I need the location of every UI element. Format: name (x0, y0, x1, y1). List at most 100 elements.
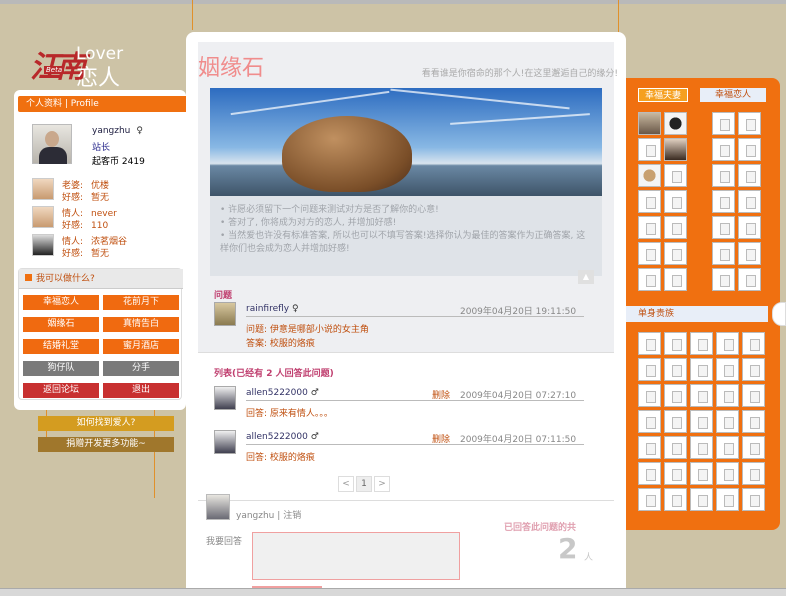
avatar-placeholder[interactable] (638, 488, 661, 511)
tab-happy-lovers[interactable]: 幸福恋人 (700, 88, 766, 102)
avatar-placeholder[interactable] (664, 488, 687, 511)
avatar-placeholder[interactable] (690, 358, 713, 381)
avatar-placeholder[interactable] (738, 138, 761, 161)
avatar-placeholder[interactable] (738, 112, 761, 135)
avatar-placeholder[interactable] (690, 462, 713, 485)
avatar-placeholder[interactable] (690, 332, 713, 355)
avatar-placeholder[interactable] (664, 164, 687, 187)
logout-link[interactable]: 注销 (283, 511, 301, 521)
avatar-placeholder[interactable] (712, 216, 735, 239)
prev-page-button[interactable]: < (338, 476, 354, 492)
avatar-placeholder[interactable] (664, 410, 687, 433)
avatar-placeholder[interactable] (638, 436, 661, 459)
avatar-placeholder[interactable] (690, 488, 713, 511)
avatar[interactable] (32, 234, 54, 256)
question-user[interactable]: rainfirefly ♀ (246, 304, 299, 314)
current-username[interactable]: yangzhu (236, 511, 274, 521)
avatar-placeholder[interactable] (638, 216, 661, 239)
avatar[interactable] (32, 178, 54, 200)
avatar-placeholder[interactable] (664, 216, 687, 239)
avatar-placeholder[interactable] (742, 462, 765, 485)
avatar-placeholder[interactable] (664, 190, 687, 213)
avatar-placeholder[interactable] (690, 410, 713, 433)
avatar[interactable] (638, 112, 661, 135)
paparazzi-button[interactable]: 狗仔队 (23, 361, 99, 376)
avatar-placeholder[interactable] (638, 190, 661, 213)
avatar-placeholder[interactable] (742, 358, 765, 381)
avatar-placeholder[interactable] (716, 488, 739, 511)
happy-lovers-button[interactable]: 幸福恋人 (23, 295, 99, 310)
avatar-placeholder[interactable] (690, 384, 713, 407)
avatar-placeholder[interactable] (716, 332, 739, 355)
avatar-placeholder[interactable] (712, 164, 735, 187)
avatar-placeholder[interactable] (638, 242, 661, 265)
profile-username[interactable]: yangzhu ♀ (92, 126, 143, 136)
honeymoon-hotel-button[interactable]: 蜜月酒店 (103, 339, 179, 354)
avatar[interactable] (32, 124, 72, 164)
avatar-placeholder[interactable] (638, 462, 661, 485)
reply-textarea[interactable] (252, 532, 460, 580)
breakup-button[interactable]: 分手 (103, 361, 179, 376)
avatar-placeholder[interactable] (738, 190, 761, 213)
avatar[interactable] (32, 206, 54, 228)
avatar-placeholder[interactable] (742, 436, 765, 459)
avatar-placeholder[interactable] (664, 436, 687, 459)
donate-link[interactable]: 捐赠开发更多功能~ (38, 437, 174, 452)
avatar-placeholder[interactable] (716, 436, 739, 459)
tab-happy-couples[interactable]: 幸福夫妻 (638, 88, 688, 102)
avatar-placeholder[interactable] (712, 268, 735, 291)
wedding-hall-button[interactable]: 结婚礼堂 (23, 339, 99, 354)
avatar-placeholder[interactable] (716, 410, 739, 433)
avatar-placeholder[interactable] (712, 138, 735, 161)
answer-user[interactable]: allen5222000 ♂ (246, 432, 319, 442)
question-username[interactable]: rainfirefly (246, 304, 289, 314)
marriage-stone-button[interactable]: 姻缘石 (23, 317, 99, 332)
avatar-placeholder[interactable] (716, 384, 739, 407)
avatar-placeholder[interactable] (690, 436, 713, 459)
back-to-forum-button[interactable]: 返回论坛 (23, 383, 99, 398)
avatar-placeholder[interactable] (638, 268, 661, 291)
avatar-placeholder[interactable] (738, 216, 761, 239)
avatar-placeholder[interactable] (638, 384, 661, 407)
avatar-placeholder[interactable] (712, 190, 735, 213)
avatar-placeholder[interactable] (664, 242, 687, 265)
avatar[interactable] (214, 386, 236, 410)
answer-username[interactable]: allen5222000 (246, 388, 308, 398)
avatar-placeholder[interactable] (638, 410, 661, 433)
scroll-up-icon[interactable]: ▲ (578, 270, 594, 284)
confession-button[interactable]: 真情告白 (103, 317, 179, 332)
avatar-placeholder[interactable] (742, 332, 765, 355)
avatar-placeholder[interactable] (638, 138, 661, 161)
answer-user[interactable]: allen5222000 ♂ (246, 388, 319, 398)
avatar[interactable] (214, 430, 236, 454)
avatar-placeholder[interactable] (742, 410, 765, 433)
answer-username[interactable]: allen5222000 (246, 432, 308, 442)
avatar[interactable] (664, 138, 687, 161)
logout-button[interactable]: 退出 (103, 383, 179, 398)
site-logo[interactable]: 江南 Beta Lover 恋人 (30, 42, 140, 91)
username-text[interactable]: yangzhu (92, 126, 130, 136)
avatar-placeholder[interactable] (738, 164, 761, 187)
avatar-placeholder[interactable] (716, 462, 739, 485)
avatar[interactable] (206, 494, 230, 520)
avatar-placeholder[interactable] (716, 358, 739, 381)
avatar-placeholder[interactable] (742, 384, 765, 407)
next-page-button[interactable]: > (374, 476, 390, 492)
avatar-placeholder[interactable] (664, 358, 687, 381)
how-to-find-love-link[interactable]: 如何找到爱人? (38, 416, 174, 431)
avatar[interactable] (638, 164, 661, 187)
panel-toggle-handle[interactable] (772, 302, 786, 326)
avatar-placeholder[interactable] (638, 332, 661, 355)
avatar-placeholder[interactable] (664, 384, 687, 407)
avatar-placeholder[interactable] (738, 268, 761, 291)
avatar[interactable] (664, 112, 687, 135)
avatar-placeholder[interactable] (664, 462, 687, 485)
avatar-placeholder[interactable] (742, 488, 765, 511)
moonlight-button[interactable]: 花前月下 (103, 295, 179, 310)
page-number[interactable]: 1 (356, 476, 372, 492)
avatar-placeholder[interactable] (738, 242, 761, 265)
avatar[interactable] (214, 302, 236, 326)
avatar-placeholder[interactable] (712, 112, 735, 135)
avatar-placeholder[interactable] (664, 268, 687, 291)
avatar-placeholder[interactable] (638, 358, 661, 381)
